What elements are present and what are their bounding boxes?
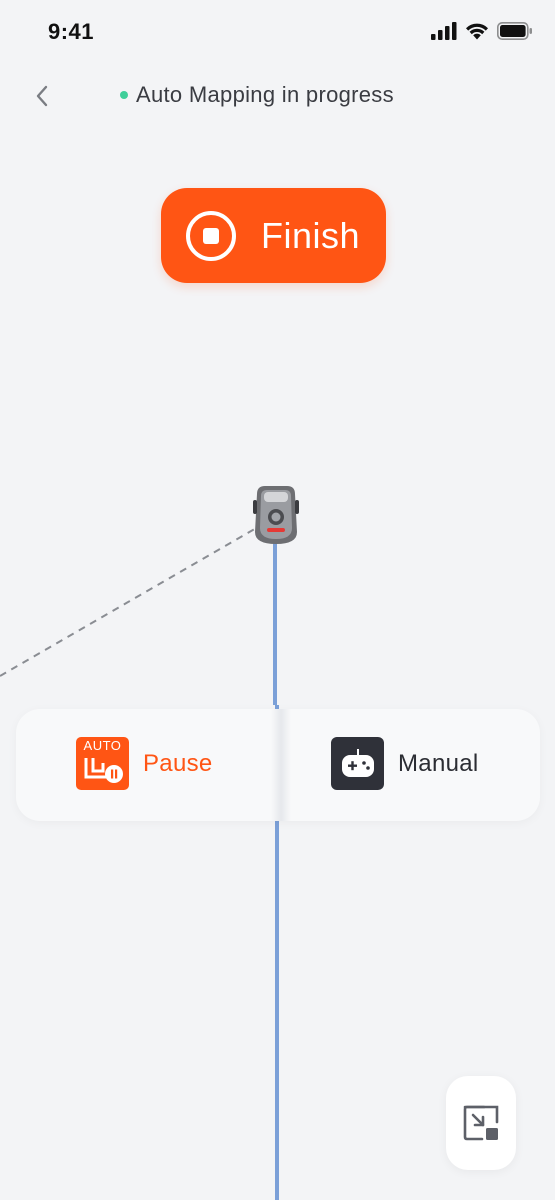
dashed-guide-line xyxy=(0,526,259,677)
pause-label: Pause xyxy=(143,749,213,777)
minimize-map-icon xyxy=(463,1105,499,1141)
chevron-left-icon xyxy=(36,85,48,107)
back-button[interactable] xyxy=(26,80,58,112)
page-title: Auto Mapping in progress xyxy=(136,82,394,107)
status-bar: 9:41 xyxy=(0,0,555,64)
page-title-group: Auto Mapping in progress xyxy=(120,82,394,108)
signal-icon xyxy=(431,22,457,40)
stop-circle-icon xyxy=(186,210,236,261)
wifi-icon xyxy=(466,23,488,40)
gamepad-icon xyxy=(331,737,384,790)
battery-icon xyxy=(497,22,532,40)
status-time: 9:41 xyxy=(48,19,95,44)
finish-button[interactable]: Finish xyxy=(161,188,386,283)
nav-bar: Auto Mapping in progress xyxy=(0,72,555,122)
minimize-map-button[interactable] xyxy=(446,1076,516,1170)
finish-label: Finish xyxy=(261,214,361,256)
map-canvas[interactable] xyxy=(0,0,555,1200)
status-icons xyxy=(431,22,533,40)
manual-label: Manual xyxy=(398,749,479,777)
mode-panel: AUTO Pause Manual xyxy=(16,709,540,821)
mode-divider xyxy=(271,709,291,821)
pause-button[interactable]: AUTO Pause xyxy=(76,737,213,790)
status-dot xyxy=(120,91,128,99)
manual-button[interactable]: Manual xyxy=(331,737,479,790)
mower-robot-icon[interactable] xyxy=(253,484,299,546)
auto-pause-icon: AUTO xyxy=(76,737,129,790)
